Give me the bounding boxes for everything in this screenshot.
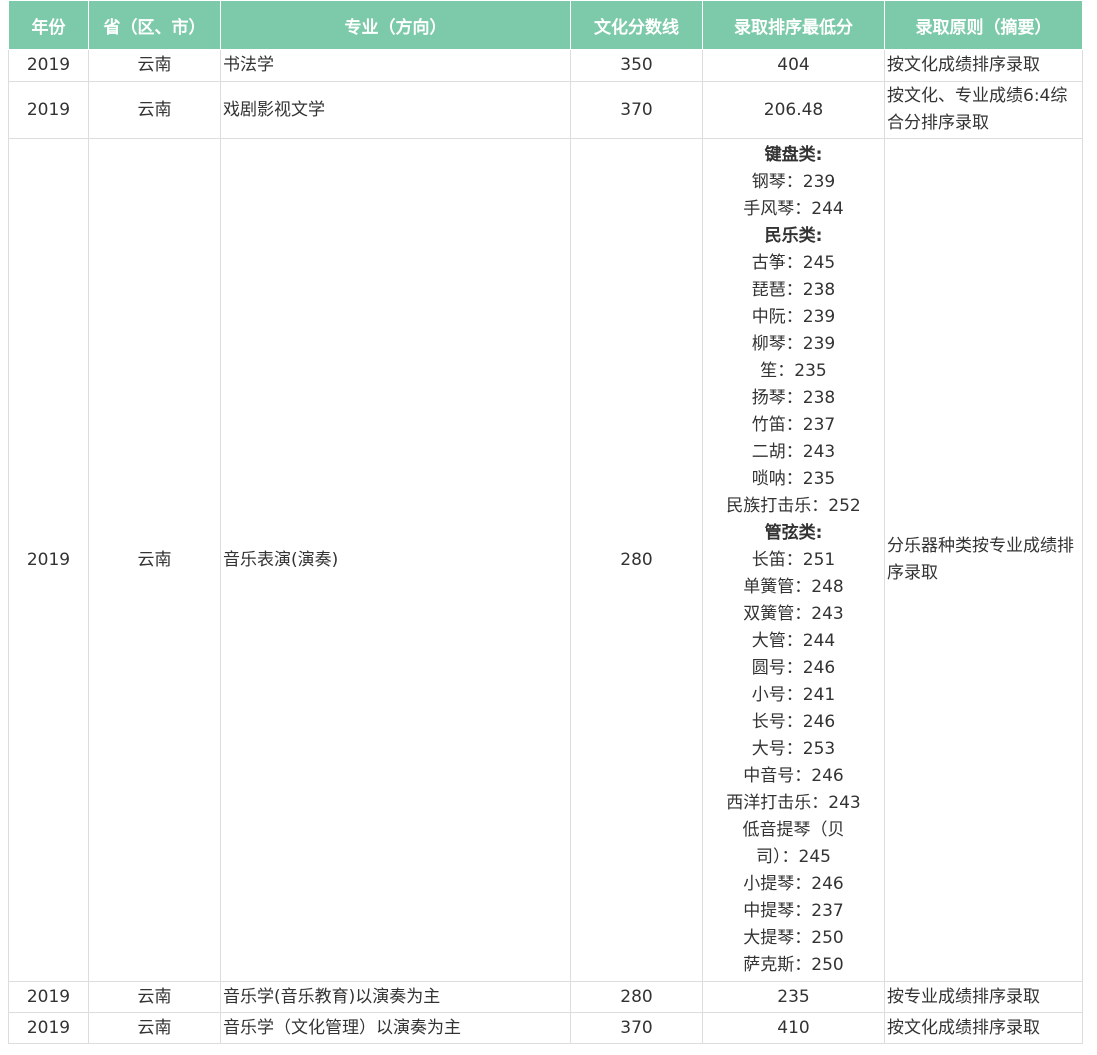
cell-min-score: 410 [702,1012,885,1044]
score-category-heading: 管弦类: [764,523,823,543]
instrument-score-item: 大号：253 [751,739,836,759]
instrument-score-item: 大提琴：250 [743,928,844,948]
instrument-score-item: 扬琴：238 [751,388,836,408]
instrument-score-item: 中音号：246 [743,766,844,786]
admission-score-table: 年份 省（区、市） 专业（方向） 文化分数线 录取排序最低分 录取原则（摘要） … [8,0,1083,1044]
score-category-heading: 键盘类: [764,145,823,165]
cell-year: 2019 [8,981,89,1013]
cell-culture-line: 350 [570,49,703,82]
cell-principle: 按文化成绩排序录取 [884,49,1083,82]
cell-province: 云南 [88,981,221,1013]
header-province: 省（区、市） [88,0,221,50]
header-major: 专业（方向） [220,0,571,50]
cell-major: 书法学 [220,49,571,82]
header-min-score: 录取排序最低分 [702,0,885,50]
header-culture-line: 文化分数线 [570,0,703,50]
instrument-score-item: 琵琶：238 [751,280,836,300]
cell-principle: 按文化成绩排序录取 [884,1012,1083,1044]
instrument-score-item: 单簧管：248 [743,577,844,597]
instrument-score-item: 大管：244 [751,631,836,651]
cell-province: 云南 [88,1012,221,1044]
cell-principle: 按文化、专业成绩6:4综合分排序录取 [884,81,1083,139]
cell-principle: 按专业成绩排序录取 [884,981,1083,1013]
cell-major: 音乐学（文化管理）以演奏为主 [220,1012,571,1044]
instrument-score-item: 钢琴：239 [751,172,836,192]
cell-culture-line: 280 [570,138,703,982]
cell-min-score: 206.48 [702,81,885,139]
instrument-score-item: 西洋打击乐：243 [726,793,861,813]
cell-major: 音乐表演(演奏) [220,138,571,982]
cell-culture-line: 370 [570,81,703,139]
instrument-score-item: 双簧管：243 [743,604,844,624]
instrument-score-item: 柳琴：239 [751,334,836,354]
cell-min-score: 235 [702,981,885,1013]
cell-major: 音乐学(音乐教育)以演奏为主 [220,981,571,1013]
table-row: 2019 云南 音乐学（文化管理）以演奏为主 370 410 按文化成绩排序录取 [8,1012,1083,1044]
cell-year: 2019 [8,138,89,982]
cell-principle: 分乐器种类按专业成绩排序录取 [884,138,1083,982]
instrument-score-item: 笙：235 [760,361,827,381]
table-row: 2019 云南 音乐表演(演奏) 280 键盘类: 钢琴：239 手风琴：244 民乐… [8,138,1083,982]
cell-major: 戏剧影视文学 [220,81,571,139]
instrument-score-item: 唢呐：235 [751,469,836,489]
instrument-score-item: 中提琴：237 [743,901,844,921]
cell-year: 2019 [8,1012,89,1044]
instrument-score-item: 中阮：239 [751,307,836,327]
instrument-score-item: 长笛：251 [751,550,836,570]
instrument-score-item: 古筝：245 [751,253,836,273]
instrument-score-item: 长号：246 [751,712,836,732]
instrument-score-item: 民族打击乐：252 [726,496,861,516]
cell-min-score-list: 键盘类: 钢琴：239 手风琴：244 民乐类: 古筝：245 琵琶：238 中阮：239 柳… [702,138,885,982]
instrument-score-item: 小提琴：246 [743,874,844,894]
cell-culture-line: 370 [570,1012,703,1044]
cell-year: 2019 [8,81,89,139]
table-row: 2019 云南 音乐学(音乐教育)以演奏为主 280 235 按专业成绩排序录取 [8,981,1083,1013]
instrument-score-item: 竹笛：237 [751,415,836,435]
instrument-score-item: 二胡：243 [751,442,836,462]
table-header-row: 年份 省（区、市） 专业（方向） 文化分数线 录取排序最低分 录取原则（摘要） [8,0,1083,50]
cell-province: 云南 [88,81,221,139]
cell-province: 云南 [88,138,221,982]
instrument-score-item: 萨克斯：250 [743,955,844,975]
instrument-score-item: 低音提琴（贝司）：245 [742,820,845,867]
cell-province: 云南 [88,49,221,82]
cell-year: 2019 [8,49,89,82]
cell-min-score: 404 [702,49,885,82]
instrument-score-item: 小号：241 [751,685,836,705]
instrument-score-item: 圆号：246 [751,658,836,678]
header-principle: 录取原则（摘要） [884,0,1083,50]
cell-culture-line: 280 [570,981,703,1013]
score-category-heading: 民乐类: [764,226,823,246]
table-row: 2019 云南 书法学 350 404 按文化成绩排序录取 [8,49,1083,82]
table-row: 2019 云南 戏剧影视文学 370 206.48 按文化、专业成绩6:4综合分… [8,81,1083,139]
instrument-score-item: 手风琴：244 [743,199,844,219]
header-year: 年份 [8,0,89,50]
